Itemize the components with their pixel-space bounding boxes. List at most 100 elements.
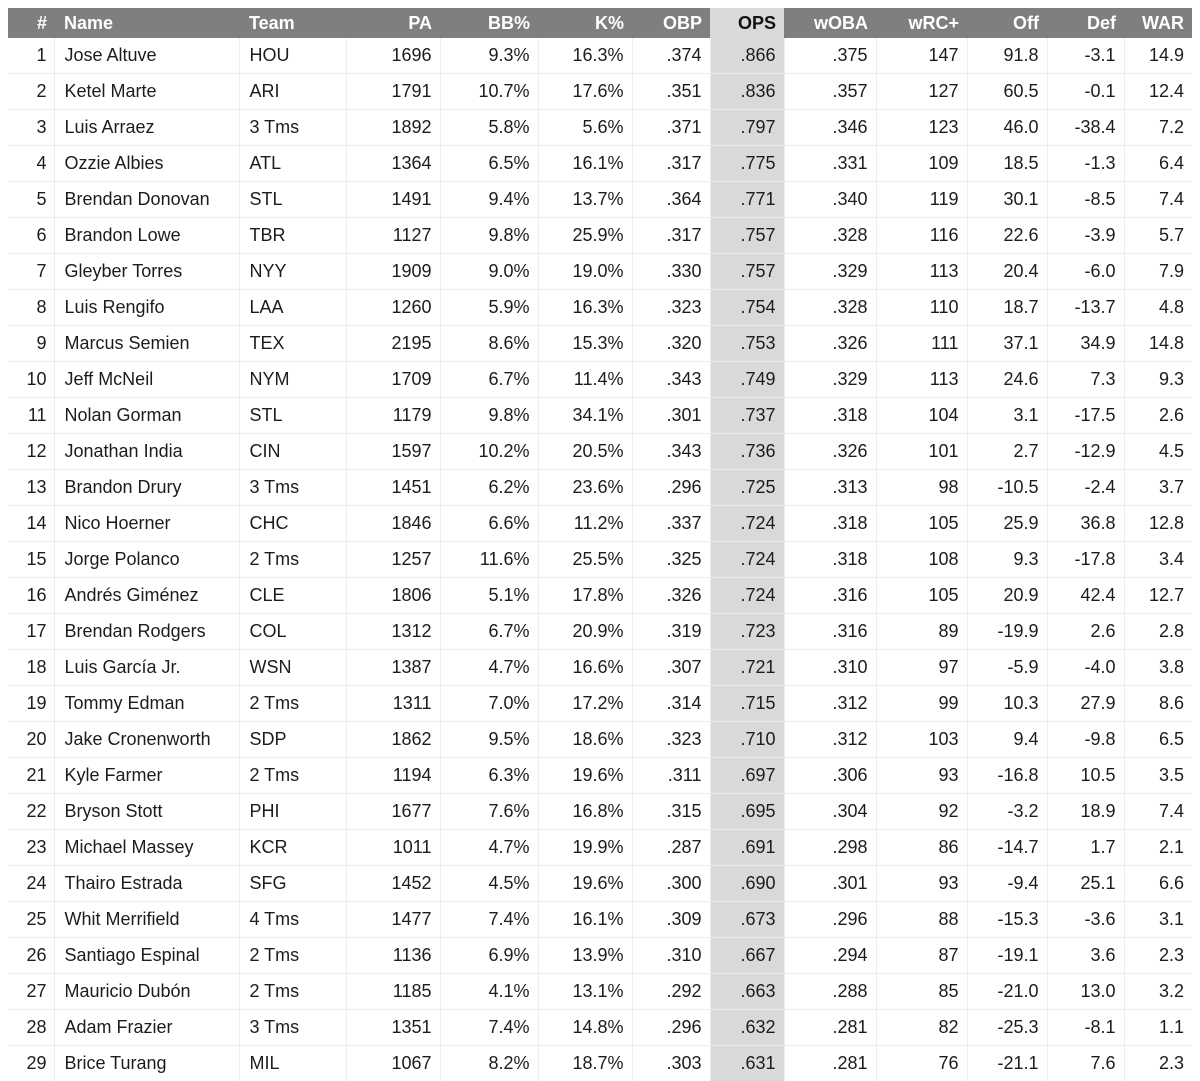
table-row[interactable]: 1 Jose Altuve HOU 1696 9.3% 16.3% .374.866.375…	[8, 38, 1192, 74]
table-row[interactable]: 5 Brendan Donovan STL 1491 9.4% 13.7% .364.771…	[8, 181, 1192, 218]
cell-name: Bryson Stott	[54, 793, 240, 830]
table-row[interactable]: 3 Luis Arraez 3 Tms 1892 5.8% 5.6% .371.797.34…	[8, 109, 1192, 146]
cell-off: 10.3	[967, 685, 1048, 722]
cell-wrc: 105	[876, 577, 968, 614]
table-row[interactable]: 6 Brandon Lowe TBR 1127 9.8% 25.9% .317.757.32…	[8, 217, 1192, 254]
cell-wrc: 98	[876, 469, 968, 506]
table-row[interactable]: 12 Jonathan India CIN 1597 10.2% 20.5% .343.73…	[8, 433, 1192, 470]
cell-off: 18.7	[967, 289, 1048, 326]
table-row[interactable]: 8 Luis Rengifo LAA 1260 5.9% 16.3% .323.754.32…	[8, 289, 1192, 326]
column-header-name[interactable]: Name	[54, 8, 239, 38]
table-row[interactable]: 13 Brandon Drury 3 Tms 1451 6.2% 23.6% .296.72…	[8, 469, 1192, 506]
table-row[interactable]: 10 Jeff McNeil NYM 1709 6.7% 11.4% .343.749.32…	[8, 361, 1192, 398]
column-header-rank[interactable]: #	[8, 8, 54, 38]
cell-bb: 6.5%	[440, 145, 539, 182]
cell-war: 5.7	[1124, 217, 1192, 254]
column-header-ops[interactable]: OPS	[710, 8, 784, 38]
column-header-woba[interactable]: wOBA	[784, 8, 876, 38]
cell-bb: 11.6%	[440, 541, 539, 578]
column-header-team[interactable]: Team	[239, 8, 346, 38]
column-header-obp[interactable]: OBP	[632, 8, 710, 38]
cell-obp: .325	[632, 541, 711, 578]
table-row[interactable]: 29 Brice Turang MIL 1067 8.2% 18.7% .303.631.2…	[8, 1045, 1192, 1081]
cell-off: 91.8	[967, 38, 1048, 74]
cell-off: 37.1	[967, 325, 1048, 362]
cell-team: HOU	[239, 38, 347, 74]
player-stats-table: # Name Team PA BB% K% OBP OPS wOBA wRC+ Off Def WAR …	[8, 8, 1192, 1081]
cell-bb: 4.5%	[440, 865, 539, 902]
column-header-def[interactable]: Def	[1047, 8, 1124, 38]
cell-woba: .346	[784, 109, 877, 146]
cell-ops: .775	[710, 145, 785, 182]
table-row[interactable]: 18 Luis García Jr. WSN 1387 4.7% 16.6% .307.72…	[8, 649, 1192, 686]
cell-team: CIN	[239, 433, 347, 470]
cell-obp: .287	[632, 829, 711, 866]
cell-obp: .330	[632, 253, 711, 290]
cell-woba: .310	[784, 649, 877, 686]
cell-war: 2.3	[1124, 1045, 1192, 1081]
header-row: # Name Team PA BB% K% OBP OPS wOBA wRC+ Off Def WAR	[8, 8, 1192, 38]
table-row[interactable]: 14 Nico Hoerner CHC 1846 6.6% 11.2% .337.724.3…	[8, 505, 1192, 542]
cell-k: 23.6%	[538, 469, 633, 506]
table-row[interactable]: 23 Michael Massey KCR 1011 4.7% 19.9% .287.691…	[8, 829, 1192, 866]
cell-def: 36.8	[1047, 505, 1125, 542]
cell-obp: .374	[632, 38, 711, 74]
table-row[interactable]: 27 Mauricio Dubón 2 Tms 1185 4.1% 13.1% .292.6…	[8, 973, 1192, 1010]
cell-def: -3.1	[1047, 38, 1125, 74]
table-row[interactable]: 2 Ketel Marte ARI 1791 10.7% 17.6% .351.836.35…	[8, 73, 1192, 110]
table-row[interactable]: 7 Gleyber Torres NYY 1909 9.0% 19.0% .330.757.…	[8, 253, 1192, 290]
cell-k: 16.8%	[538, 793, 633, 830]
cell-bb: 9.8%	[440, 217, 539, 254]
table-row[interactable]: 17 Brendan Rodgers COL 1312 6.7% 20.9% .319.72…	[8, 613, 1192, 650]
cell-bb: 4.7%	[440, 829, 539, 866]
cell-war: 2.3	[1124, 937, 1192, 974]
table-row[interactable]: 25 Whit Merrifield 4 Tms 1477 7.4% 16.1% .309.…	[8, 901, 1192, 938]
column-header-wrc[interactable]: wRC+	[876, 8, 967, 38]
table-row[interactable]: 9 Marcus Semien TEX 2195 8.6% 15.3% .320.753.3…	[8, 325, 1192, 362]
cell-war: 8.6	[1124, 685, 1192, 722]
cell-war: 12.7	[1124, 577, 1192, 614]
cell-bb: 6.7%	[440, 361, 539, 398]
table-row[interactable]: 19 Tommy Edman 2 Tms 1311 7.0% 17.2% .314.715.…	[8, 685, 1192, 722]
cell-bb: 10.2%	[440, 433, 539, 470]
table-row[interactable]: 28 Adam Frazier 3 Tms 1351 7.4% 14.8% .296.632…	[8, 1009, 1192, 1046]
cell-pa: 1179	[346, 397, 441, 434]
cell-rank: 13	[8, 469, 55, 506]
cell-team: 2 Tms	[239, 685, 347, 722]
table-row[interactable]: 16 Andrés Giménez CLE 1806 5.1% 17.8% .326.724…	[8, 577, 1192, 614]
table-row[interactable]: 20 Jake Cronenworth SDP 1862 9.5% 18.6% .323.7…	[8, 721, 1192, 758]
cell-off: 18.5	[967, 145, 1048, 182]
table-row[interactable]: 21 Kyle Farmer 2 Tms 1194 6.3% 19.6% .311.697.…	[8, 757, 1192, 794]
cell-obp: .351	[632, 73, 711, 110]
column-header-off[interactable]: Off	[967, 8, 1047, 38]
column-header-bb[interactable]: BB%	[440, 8, 538, 38]
cell-war: 3.7	[1124, 469, 1192, 506]
cell-rank: 27	[8, 973, 55, 1010]
cell-k: 19.9%	[538, 829, 633, 866]
cell-rank: 24	[8, 865, 55, 902]
table-row[interactable]: 11 Nolan Gorman STL 1179 9.8% 34.1% .301.737.3…	[8, 397, 1192, 434]
column-header-war[interactable]: WAR	[1124, 8, 1192, 38]
cell-woba: .375	[784, 38, 877, 74]
cell-name: Adam Frazier	[54, 1009, 240, 1046]
cell-wrc: 85	[876, 973, 968, 1010]
table-row[interactable]: 26 Santiago Espinal 2 Tms 1136 6.9% 13.9% .310…	[8, 937, 1192, 974]
cell-pa: 1909	[346, 253, 441, 290]
column-header-pa[interactable]: PA	[346, 8, 440, 38]
cell-wrc: 109	[876, 145, 968, 182]
cell-pa: 2195	[346, 325, 441, 362]
cell-bb: 8.2%	[440, 1045, 539, 1081]
cell-rank: 10	[8, 361, 55, 398]
table-header: # Name Team PA BB% K% OBP OPS wOBA wRC+ Off Def WAR	[8, 8, 1192, 38]
cell-woba: .294	[784, 937, 877, 974]
table-row[interactable]: 22 Bryson Stott PHI 1677 7.6% 16.8% .315.695.3…	[8, 793, 1192, 830]
column-header-k[interactable]: K%	[538, 8, 632, 38]
cell-name: Thairo Estrada	[54, 865, 240, 902]
cell-bb: 6.7%	[440, 613, 539, 650]
cell-obp: .317	[632, 145, 711, 182]
table-row[interactable]: 24 Thairo Estrada SFG 1452 4.5% 19.6% .300.690…	[8, 865, 1192, 902]
table-row[interactable]: 15 Jorge Polanco 2 Tms 1257 11.6% 25.5% .325.7…	[8, 541, 1192, 578]
cell-pa: 1364	[346, 145, 441, 182]
table-row[interactable]: 4 Ozzie Albies ATL 1364 6.5% 16.1% .317.775.33…	[8, 145, 1192, 182]
cell-pa: 1846	[346, 505, 441, 542]
